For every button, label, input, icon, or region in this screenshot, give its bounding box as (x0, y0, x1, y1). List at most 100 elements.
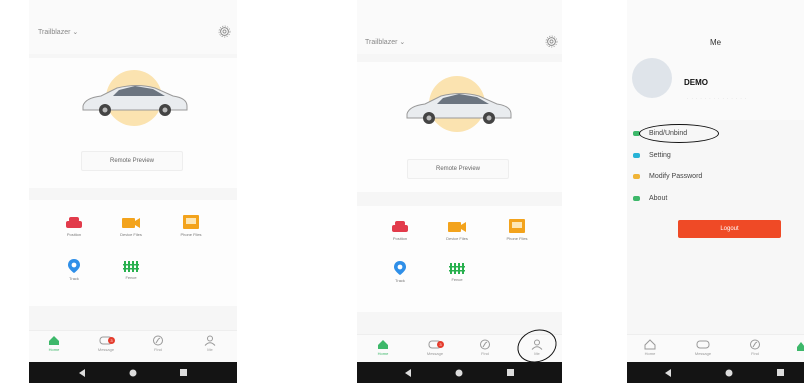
tile-phone-files[interactable]: Phone Files (171, 214, 211, 237)
car-position-icon (392, 221, 408, 232)
tile-label: Phone Files (180, 232, 202, 237)
tab-label: Home (644, 351, 656, 356)
home-icon (49, 336, 59, 345)
tab-label: Find (751, 351, 759, 356)
recents-icon[interactable] (180, 369, 187, 376)
tile-fence[interactable]: Fence (111, 260, 151, 280)
tab-message[interactable]: Message (688, 339, 718, 356)
logout-button[interactable]: Logout (678, 220, 781, 238)
tab-label: Message (97, 347, 115, 352)
home-icon (644, 339, 656, 350)
menu-item-about[interactable]: About (633, 190, 667, 206)
profile-divider: · · · · · · · · · · · · · · (687, 96, 748, 101)
bottom-tab-bar: Home Message Find (627, 334, 804, 363)
tile-label: Track (69, 276, 79, 281)
tab-label: Find (154, 347, 162, 352)
car-icon (82, 85, 188, 116)
tab-home[interactable]: Home (39, 335, 69, 352)
menu-item-modify-password[interactable]: Modify Password (633, 168, 702, 184)
message-badge: 3 (108, 337, 115, 344)
key-icon (633, 173, 640, 179)
android-nav-bar (627, 362, 804, 383)
username: DEMO (684, 78, 708, 87)
tile-label: Position (392, 236, 408, 241)
remote-preview-button[interactable]: Remote Preview (407, 159, 509, 179)
android-nav-bar (357, 362, 562, 383)
device-files-icon (122, 218, 140, 228)
annotation-circle-bind-unbind (639, 124, 719, 143)
tile-track[interactable]: Track (380, 260, 420, 283)
tab-find[interactable]: Find (143, 335, 173, 352)
compass-icon (480, 339, 490, 350)
tile-phone-files[interactable]: Phone Files (497, 218, 537, 241)
car-position-icon (66, 217, 82, 228)
back-icon[interactable] (79, 369, 86, 377)
back-icon[interactable] (405, 369, 412, 377)
app-header: Trailblazer ⌄ (29, 0, 237, 54)
recents-icon[interactable] (507, 369, 514, 376)
back-icon[interactable] (665, 369, 672, 377)
tab-home[interactable]: Home (635, 339, 665, 356)
tile-label: Phone Files (506, 236, 528, 241)
tab-find[interactable]: Find (470, 339, 500, 356)
home-circle-icon[interactable] (725, 369, 733, 377)
vehicle-selector[interactable]: Trailblazer ⌄ (38, 28, 78, 36)
home-circle-icon[interactable] (129, 369, 137, 377)
menu-item-label: Setting (649, 151, 671, 159)
vehicle-selector[interactable]: Trailblazer ⌄ (365, 38, 405, 46)
recents-icon[interactable] (777, 369, 784, 376)
phone-files-icon (183, 215, 199, 229)
fence-icon (123, 261, 139, 272)
me-tab-partial-icon[interactable] (797, 341, 804, 352)
profile-header: Me DEMO · · · · · · · · · · · · · · (627, 0, 804, 120)
tile-device-files[interactable]: Device Files (111, 216, 151, 237)
tab-home[interactable]: Home (368, 339, 398, 356)
me-screen: Me DEMO · · · · · · · · · · · · · · Bind… (627, 0, 804, 383)
tile-device-files[interactable]: Device Files (437, 220, 477, 241)
tab-message[interactable]: 3 Message (91, 335, 121, 352)
tab-label: Message (694, 351, 712, 356)
tile-label: Fence (451, 277, 463, 282)
menu-item-label: Modify Password (649, 172, 703, 180)
tile-label: Track (395, 278, 405, 283)
tile-fence[interactable]: Fence (437, 262, 477, 282)
avatar[interactable] (632, 58, 672, 98)
feature-grid: Position Device Files Phone Files Track … (357, 206, 562, 312)
gear-icon (633, 152, 640, 158)
menu-item-label: About (649, 194, 668, 202)
tab-label: Home (48, 347, 60, 352)
home-icon (378, 340, 388, 349)
fence-icon (449, 263, 465, 274)
tab-label: Me (207, 347, 213, 352)
map-pin-icon (68, 259, 80, 273)
tile-track[interactable]: Track (54, 258, 94, 281)
user-icon (204, 335, 216, 346)
page-title: Me (709, 38, 722, 47)
remote-preview-button[interactable]: Remote Preview (81, 151, 183, 171)
tab-label: Find (481, 351, 489, 356)
menu-item-setting[interactable]: Setting (633, 147, 671, 163)
feature-grid: Position Device Files Phone Files Track … (29, 200, 237, 306)
tab-label: Home (377, 351, 389, 356)
tile-position[interactable]: Position (380, 220, 420, 241)
tab-find[interactable]: Find (740, 339, 770, 356)
tile-label: Device Files (446, 236, 468, 241)
car-icon (406, 93, 512, 124)
vehicle-card: Remote Preview (29, 58, 237, 188)
message-badge: 3 (437, 341, 444, 348)
settings-gear-icon[interactable] (545, 35, 558, 48)
settings-gear-icon[interactable] (218, 25, 231, 38)
phone-files-icon (509, 219, 525, 233)
home-screen-2: Trailblazer ⌄ Remote Preview Position De… (357, 0, 562, 383)
map-pin-icon (394, 261, 406, 275)
tile-label: Device Files (120, 232, 142, 237)
tab-message[interactable]: 3 Message (420, 339, 450, 356)
app-header: Trailblazer ⌄ (357, 0, 562, 54)
compass-icon (750, 339, 760, 350)
home-circle-icon[interactable] (455, 369, 463, 377)
home-screen-1: Trailblazer ⌄ Remote Preview Position De… (29, 0, 237, 383)
tab-me[interactable]: Me (195, 335, 225, 352)
device-files-icon (448, 222, 466, 232)
tile-position[interactable]: Position (54, 216, 94, 237)
tab-label: Message (426, 351, 444, 356)
